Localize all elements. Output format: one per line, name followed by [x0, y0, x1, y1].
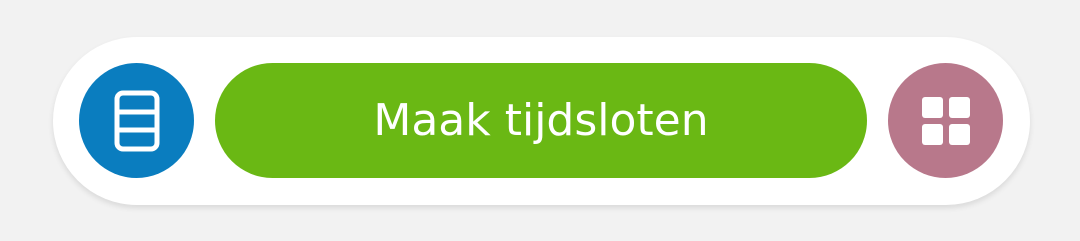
grid-view-button[interactable] — [888, 63, 1003, 178]
create-timeslots-label: Maak tijdsloten — [373, 94, 709, 146]
create-timeslots-button[interactable]: Maak tijdsloten — [215, 63, 867, 178]
action-toolbar: Maak tijdsloten — [53, 37, 1030, 205]
list-view-button[interactable] — [79, 63, 194, 178]
list-view-icon — [114, 90, 160, 152]
grid-view-icon — [921, 96, 970, 145]
